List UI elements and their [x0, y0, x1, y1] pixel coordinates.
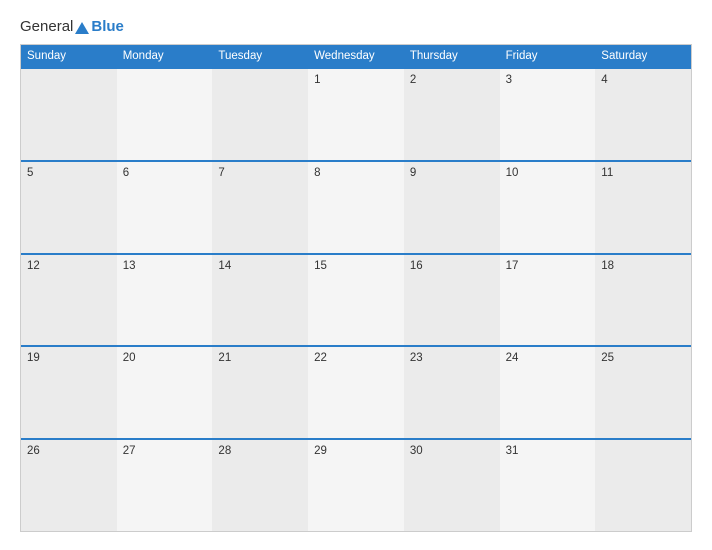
- day-cell: 13: [117, 255, 213, 346]
- day-cell: 28: [212, 440, 308, 531]
- day-number: 24: [506, 352, 519, 364]
- day-headers-row: SundayMondayTuesdayWednesdayThursdayFrid…: [21, 45, 691, 67]
- logo-triangle-icon: [75, 22, 89, 34]
- day-cell: [595, 440, 691, 531]
- day-cell: 1: [308, 69, 404, 160]
- day-cell: 9: [404, 162, 500, 253]
- day-number: 1: [314, 74, 320, 86]
- day-cell: 25: [595, 347, 691, 438]
- day-cell: 29: [308, 440, 404, 531]
- day-number: 10: [506, 167, 519, 179]
- day-cell: 22: [308, 347, 404, 438]
- day-header-friday: Friday: [500, 45, 596, 67]
- day-number: 17: [506, 260, 519, 272]
- day-cell: 16: [404, 255, 500, 346]
- day-number: 12: [27, 260, 40, 272]
- day-number: 14: [218, 260, 231, 272]
- weeks-container: 1234567891011121314151617181920212223242…: [21, 67, 691, 531]
- day-number: 7: [218, 167, 224, 179]
- day-cell: 27: [117, 440, 213, 531]
- day-cell: [21, 69, 117, 160]
- day-number: 6: [123, 167, 129, 179]
- day-cell: 18: [595, 255, 691, 346]
- logo: General Blue: [20, 18, 124, 34]
- day-cell: 8: [308, 162, 404, 253]
- day-number: 23: [410, 352, 423, 364]
- day-cell: [212, 69, 308, 160]
- day-cell: 4: [595, 69, 691, 160]
- logo-blue-text: Blue: [91, 19, 124, 34]
- day-cell: 31: [500, 440, 596, 531]
- day-cell: 6: [117, 162, 213, 253]
- day-number: 29: [314, 445, 327, 457]
- day-header-tuesday: Tuesday: [212, 45, 308, 67]
- day-number: 5: [27, 167, 33, 179]
- week-row-5: 26 27 28 29 30 31: [21, 438, 691, 531]
- day-cell: 15: [308, 255, 404, 346]
- day-number: 15: [314, 260, 327, 272]
- day-cell: 30: [404, 440, 500, 531]
- day-number: 2: [410, 74, 416, 86]
- day-number: 21: [218, 352, 231, 364]
- day-cell: 11: [595, 162, 691, 253]
- day-header-monday: Monday: [117, 45, 213, 67]
- logo-general-text: General: [20, 19, 73, 34]
- week-row-1: 1 2 3 4: [21, 67, 691, 160]
- day-cell: 3: [500, 69, 596, 160]
- day-number: 26: [27, 445, 40, 457]
- day-cell: 2: [404, 69, 500, 160]
- day-cell: 21: [212, 347, 308, 438]
- day-cell: 7: [212, 162, 308, 253]
- day-cell: 23: [404, 347, 500, 438]
- day-number: 9: [410, 167, 416, 179]
- day-cell: 5: [21, 162, 117, 253]
- day-number: 19: [27, 352, 40, 364]
- day-number: 31: [506, 445, 519, 457]
- week-row-3: 12 13 14 15 16 17 18: [21, 253, 691, 346]
- day-number: 30: [410, 445, 423, 457]
- day-header-thursday: Thursday: [404, 45, 500, 67]
- day-number: 3: [506, 74, 512, 86]
- day-number: 16: [410, 260, 423, 272]
- week-row-2: 5 6 7 8 9 10 11: [21, 160, 691, 253]
- day-number: 8: [314, 167, 320, 179]
- day-number: 28: [218, 445, 231, 457]
- day-number: 20: [123, 352, 136, 364]
- day-cell: 14: [212, 255, 308, 346]
- day-number: 13: [123, 260, 136, 272]
- day-cell: 12: [21, 255, 117, 346]
- day-cell: 19: [21, 347, 117, 438]
- header: General Blue: [20, 18, 692, 34]
- day-number: 27: [123, 445, 136, 457]
- calendar-grid: SundayMondayTuesdayWednesdayThursdayFrid…: [20, 44, 692, 532]
- day-cell: [117, 69, 213, 160]
- day-cell: 20: [117, 347, 213, 438]
- day-header-sunday: Sunday: [21, 45, 117, 67]
- day-header-wednesday: Wednesday: [308, 45, 404, 67]
- day-cell: 17: [500, 255, 596, 346]
- day-cell: 24: [500, 347, 596, 438]
- day-header-saturday: Saturday: [595, 45, 691, 67]
- day-number: 25: [601, 352, 614, 364]
- day-number: 22: [314, 352, 327, 364]
- day-cell: 26: [21, 440, 117, 531]
- day-number: 4: [601, 74, 607, 86]
- day-number: 18: [601, 260, 614, 272]
- week-row-4: 19 20 21 22 23 24 25: [21, 345, 691, 438]
- calendar-page: General Blue SundayMondayTuesdayWednesda…: [0, 0, 712, 550]
- day-cell: 10: [500, 162, 596, 253]
- day-number: 11: [601, 167, 613, 179]
